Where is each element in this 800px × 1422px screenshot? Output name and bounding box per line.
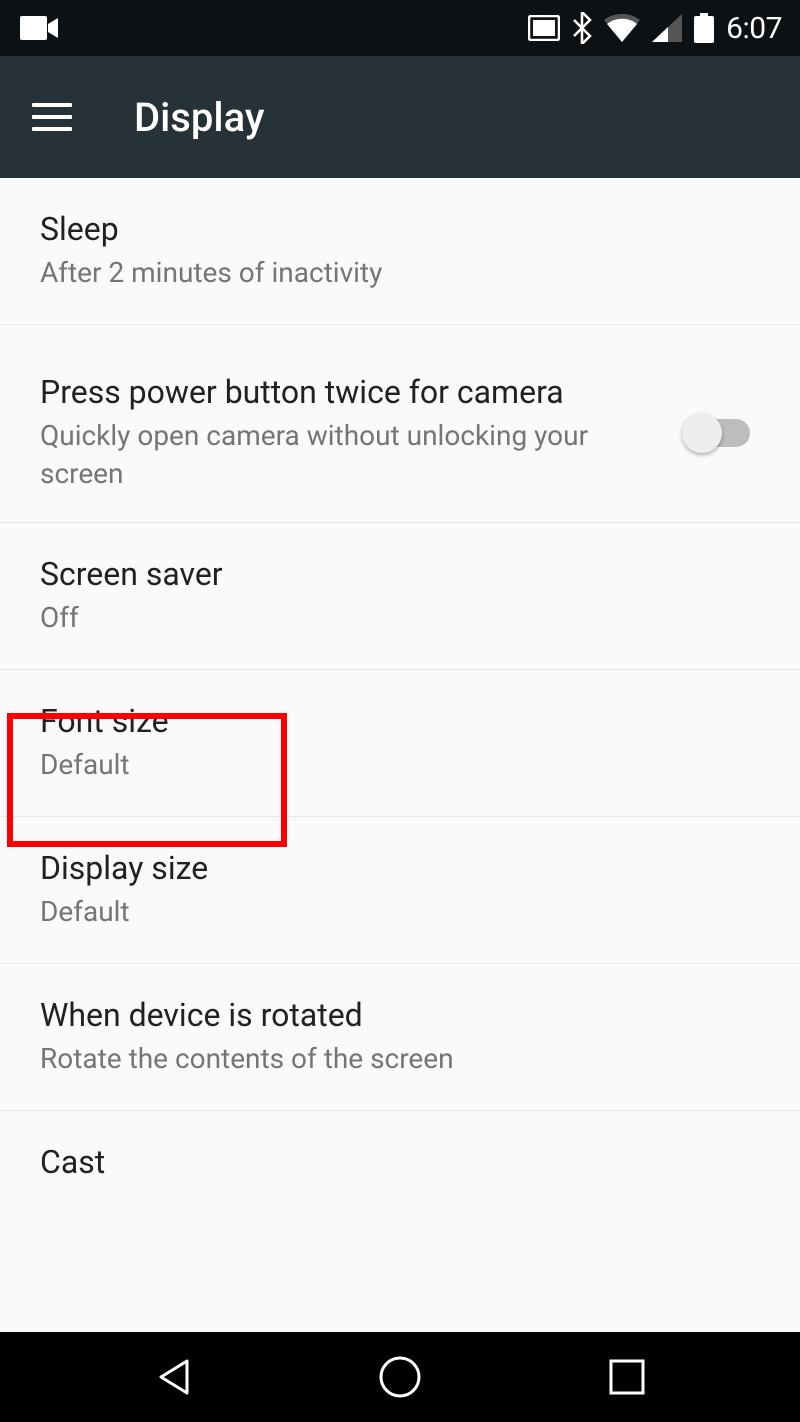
setting-subtitle: Rotate the contents of the screen [40,1040,760,1078]
cellular-signal-icon [652,14,682,42]
setting-rotation[interactable]: When device is rotated Rotate the conten… [0,964,800,1111]
status-right: 6:07 [528,11,782,46]
setting-subtitle: Off [40,599,760,637]
setting-subtitle: Default [40,746,760,784]
setting-title: Cast [40,1143,760,1181]
wifi-icon [604,14,640,42]
setting-display-size[interactable]: Display size Default [0,817,800,964]
setting-title: Font size [40,702,760,740]
toggle-switch[interactable] [686,419,750,447]
setting-title: When device is rotated [40,996,760,1034]
toggle-thumb [682,413,722,453]
setting-subtitle: Default [40,893,760,931]
home-button[interactable] [375,1352,425,1402]
setting-title: Sleep [40,210,760,248]
setting-cast[interactable]: Cast [0,1111,800,1227]
setting-font-size[interactable]: Font size Default [0,670,800,817]
status-time: 6:07 [726,11,782,46]
setting-power-button-camera[interactable]: Press power button twice for camera Quic… [0,325,800,524]
menu-icon[interactable] [32,103,72,131]
setting-title: Screen saver [40,555,760,593]
recents-button[interactable] [602,1352,652,1402]
setting-title: Display size [40,849,760,887]
cast-icon [528,15,560,41]
video-camera-icon [20,16,58,40]
back-button[interactable] [148,1352,198,1402]
page-title: Display [134,94,264,141]
navigation-bar [0,1332,800,1422]
setting-subtitle: Quickly open camera without unlocking yo… [40,417,600,493]
setting-sleep[interactable]: Sleep After 2 minutes of inactivity [0,178,800,325]
status-left [20,16,58,40]
status-bar: 6:07 [0,0,800,56]
setting-screen-saver[interactable]: Screen saver Off [0,523,800,670]
bluetooth-icon [572,12,592,44]
battery-icon [694,13,714,43]
setting-title: Press power button twice for camera [40,373,686,411]
app-bar: Display [0,56,800,178]
setting-subtitle: After 2 minutes of inactivity [40,254,760,292]
settings-list: Sleep After 2 minutes of inactivity Pres… [0,178,800,1227]
